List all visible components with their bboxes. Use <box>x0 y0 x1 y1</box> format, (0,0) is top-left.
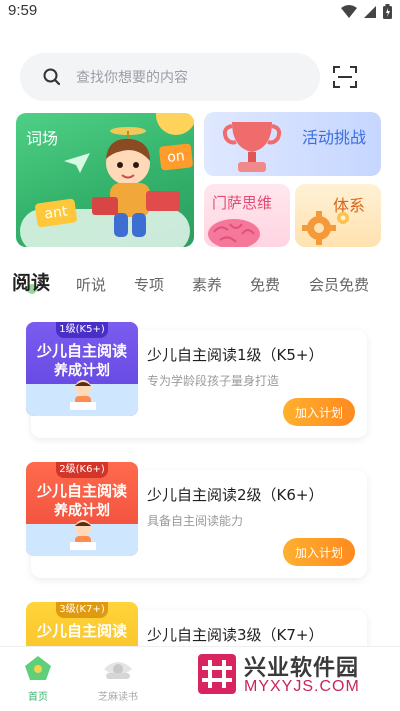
category-tabs: 阅读 听说 专项 素养 免费 会员免费 <box>0 268 400 298</box>
nav-home[interactable]: 首页 <box>8 655 68 703</box>
status-bar: 9:59 <box>0 0 400 24</box>
tab-free[interactable]: 免费 <box>250 274 280 295</box>
banner-word-field-title: 词场 <box>26 129 59 148</box>
banner-challenge-title: 活动挑战 <box>302 128 367 147</box>
status-time: 9:59 <box>8 2 38 19</box>
brain-icon <box>208 219 260 247</box>
banner-mensa-title: 门萨思维 <box>212 194 273 212</box>
banner-challenge[interactable]: 活动挑战 <box>204 112 381 176</box>
signal-icon <box>364 5 376 18</box>
status-icons <box>341 4 392 19</box>
banner-word-field[interactable]: 词场 on ant <box>16 113 194 247</box>
nav-reading[interactable]: 芝麻读书 <box>88 655 148 703</box>
banner-mensa[interactable]: 门萨思维 <box>204 184 290 247</box>
tab-listening[interactable]: 听说 <box>76 274 106 295</box>
scan-icon[interactable] <box>333 66 357 88</box>
course-title: 少儿自主阅读2级（K6+） <box>147 486 324 504</box>
watermark-en: MYXYJS.COM <box>244 678 360 695</box>
course-cover[interactable]: 2级(K6+) 少儿自主阅读 养成计划 <box>26 462 138 556</box>
tab-member-free[interactable]: 会员免费 <box>309 274 369 295</box>
tab-reading[interactable]: 阅读 <box>12 268 50 295</box>
girl-reading-illustration <box>70 380 96 410</box>
banner-system[interactable]: 体系 <box>295 184 381 247</box>
home-icon <box>25 656 51 680</box>
search-bar[interactable]: 查找你想要的内容 <box>20 53 320 101</box>
nav-reading-label: 芝麻读书 <box>98 692 138 703</box>
girl-reading-illustration <box>70 520 96 550</box>
join-plan-button[interactable]: 加入计划 <box>283 398 355 426</box>
gear-icon <box>302 211 336 245</box>
boy-illustration <box>92 127 180 237</box>
cover-title-line2: 养成计划 <box>54 363 110 379</box>
watermark-logo-icon <box>198 654 236 694</box>
eye-icon <box>104 662 132 679</box>
wifi-icon <box>341 4 357 18</box>
banner-tag-on: on <box>158 143 194 171</box>
watermark: 兴业软件园 MYXYJS.COM <box>196 648 390 700</box>
course-cover[interactable]: 1级(K5+) 少儿自主阅读 养成计划 <box>26 322 138 416</box>
tab-literacy[interactable]: 素养 <box>192 274 222 295</box>
cover-title-line1: 少儿自主阅读 <box>36 622 127 640</box>
cover-level-badge: 3级(K7+) <box>56 602 108 618</box>
battery-icon <box>383 4 392 19</box>
cover-level-badge: 2级(K6+) <box>56 462 108 478</box>
nav-home-label: 首页 <box>28 692 48 703</box>
search-placeholder: 查找你想要的内容 <box>76 70 188 86</box>
tab-special[interactable]: 专项 <box>134 274 164 295</box>
small-gear-icon <box>337 212 349 224</box>
cover-title-line1: 少儿自主阅读 <box>36 342 127 360</box>
trophy-icon <box>222 122 282 172</box>
cover-title-line1: 少儿自主阅读 <box>36 482 127 500</box>
cover-level-badge: 1级(K5+) <box>56 322 108 338</box>
search-icon <box>43 68 61 86</box>
cover-title-line2: 养成计划 <box>54 503 110 519</box>
course-title: 少儿自主阅读3级（K7+） <box>147 626 324 644</box>
course-subtitle: 专为学龄段孩子量身打造 <box>147 374 280 388</box>
course-title: 少儿自主阅读1级（K5+） <box>147 346 324 364</box>
join-plan-button[interactable]: 加入计划 <box>283 538 355 566</box>
course-subtitle: 具备自主阅读能力 <box>147 514 244 528</box>
